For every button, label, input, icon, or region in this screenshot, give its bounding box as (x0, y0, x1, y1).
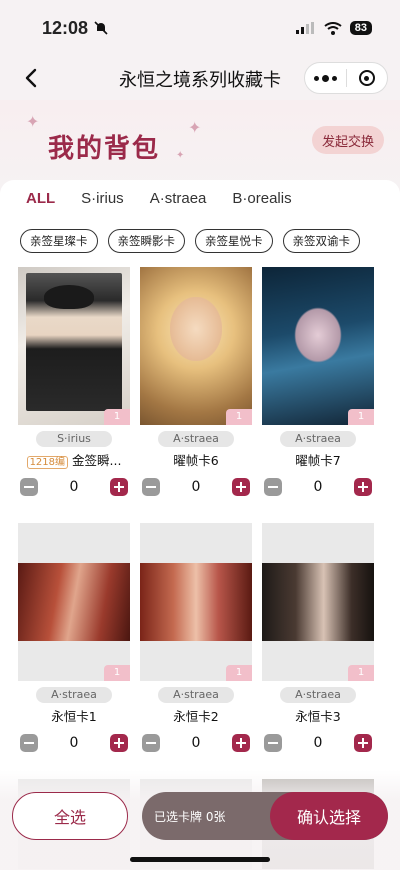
series-tag: A·straea (280, 431, 356, 447)
card-item[interactable]: 1 A·straea 永恒卡1 0 (18, 523, 130, 752)
signal-icon (295, 22, 314, 34)
clock-text: 12:08 (42, 17, 89, 38)
selection-summary: 已选卡牌 0张 确认选择 (142, 792, 388, 840)
home-indicator (130, 857, 270, 862)
quantity-value: 0 (69, 479, 79, 495)
plus-button[interactable] (231, 734, 250, 752)
tab-all[interactable]: ALL (26, 190, 55, 207)
minus-button[interactable] (142, 478, 160, 496)
more-dot-icon (331, 75, 337, 81)
card-name: 曜帧卡6 (173, 453, 219, 468)
bell-muted-icon (94, 21, 108, 35)
series-tag: S·irius (36, 431, 112, 447)
quantity-value: 0 (191, 479, 201, 495)
confirm-selection-button[interactable]: 确认选择 (270, 792, 388, 840)
quantity-value: 0 (191, 735, 201, 751)
minus-button[interactable] (264, 478, 282, 496)
status-bar: 12:08 83 (0, 0, 400, 56)
quantity-stepper: 0 (140, 734, 252, 752)
target-icon (358, 70, 375, 86)
card-item[interactable]: 1 A·straea 永恒卡3 0 (262, 523, 374, 752)
quantity-stepper: 0 (140, 478, 252, 496)
card-name: 永恒卡2 (173, 709, 219, 724)
sparkle-icon: ✦ (188, 118, 202, 137)
quantity-stepper: 0 (18, 734, 130, 752)
status-icons: 83 (295, 21, 372, 35)
card-item[interactable]: 1 A·straea 永恒卡2 0 (140, 523, 252, 752)
plus-button[interactable] (353, 478, 372, 496)
serial-number-tag: 1218编 (26, 456, 69, 469)
plus-button[interactable] (231, 478, 250, 496)
card-name: 永恒卡3 (295, 709, 341, 724)
card-count-badge: 1 (104, 409, 130, 425)
mini-program-capsule (304, 62, 388, 94)
series-tabs: ALL S·irius A·straea B·orealis (26, 190, 318, 207)
card-item[interactable]: 1 A·straea 曜帧卡6 0 (140, 267, 252, 496)
minus-button[interactable] (142, 734, 160, 752)
more-dot-icon (313, 75, 319, 81)
series-tag: A·straea (280, 687, 356, 703)
chevron-left-icon (25, 68, 37, 88)
card-image: 1 (140, 523, 252, 681)
series-tag: A·straea (36, 687, 112, 703)
more-dot-icon (321, 74, 329, 82)
quantity-stepper: 0 (262, 734, 374, 752)
card-count-badge: 1 (348, 409, 374, 425)
card-name-text: 金签瞬... (72, 453, 122, 468)
card-name: 永恒卡1 (51, 709, 97, 724)
filter-chips: 亲签星璨卡 亲签瞬影卡 亲签星悦卡 亲签双谕卡 (20, 229, 360, 253)
minus-button[interactable] (20, 734, 38, 752)
close-mini-program-button[interactable] (346, 63, 387, 93)
quantity-value: 0 (69, 735, 79, 751)
series-tag: A·straea (158, 687, 234, 703)
chip-xingcan[interactable]: 亲签星璨卡 (20, 229, 98, 253)
navbar: 永恒之境系列收藏卡 (0, 56, 400, 100)
card-name: 1218编 金签瞬... (18, 451, 130, 471)
battery-icon: 83 (349, 21, 372, 35)
plus-button[interactable] (109, 734, 128, 752)
chip-shuangyu[interactable]: 亲签双谕卡 (282, 229, 360, 253)
card-count-badge: 1 (104, 665, 130, 681)
quantity-stepper: 0 (18, 478, 130, 496)
chip-shunying[interactable]: 亲签瞬影卡 (107, 229, 185, 253)
card-count-badge: 1 (348, 665, 374, 681)
quantity-stepper: 0 (262, 478, 374, 496)
card-item[interactable]: 1 S·irius 1218编 金签瞬... 0 (18, 267, 130, 496)
tab-sirius[interactable]: S·irius (81, 190, 124, 207)
more-button[interactable] (305, 63, 346, 93)
plus-button[interactable] (353, 734, 372, 752)
tab-borealis[interactable]: B·orealis (232, 190, 291, 207)
card-image: 1 (262, 267, 374, 425)
plus-button[interactable] (109, 478, 128, 496)
chip-xingyue[interactable]: 亲签星悦卡 (195, 229, 273, 253)
sparkle-icon: ✦ (26, 112, 40, 131)
back-button[interactable] (18, 64, 46, 92)
card-image: 1 (140, 267, 252, 425)
tab-astraea[interactable]: A·straea (150, 190, 207, 207)
page-title: 我的背包 (48, 134, 161, 164)
quantity-value: 0 (313, 479, 323, 495)
series-tag: A·straea (158, 431, 234, 447)
wifi-icon (324, 21, 342, 35)
selected-count-text: 已选卡牌 0张 (154, 809, 226, 824)
card-item[interactable]: 1 A·straea 曜帧卡7 0 (262, 267, 374, 496)
card-image: 1 (262, 523, 374, 681)
minus-button[interactable] (20, 478, 38, 496)
card-image: 1 (18, 523, 130, 681)
card-name: 曜帧卡7 (295, 453, 341, 468)
card-count-badge: 1 (226, 665, 252, 681)
sparkle-icon: ✦ (176, 150, 185, 161)
card-count-badge: 1 (226, 409, 252, 425)
select-all-button[interactable]: 全选 (12, 792, 128, 840)
minus-button[interactable] (264, 734, 282, 752)
quantity-value: 0 (313, 735, 323, 751)
status-time: 12:08 (42, 18, 108, 39)
initiate-exchange-button[interactable]: 发起交换 (311, 126, 384, 154)
card-image: 1 (18, 267, 130, 425)
